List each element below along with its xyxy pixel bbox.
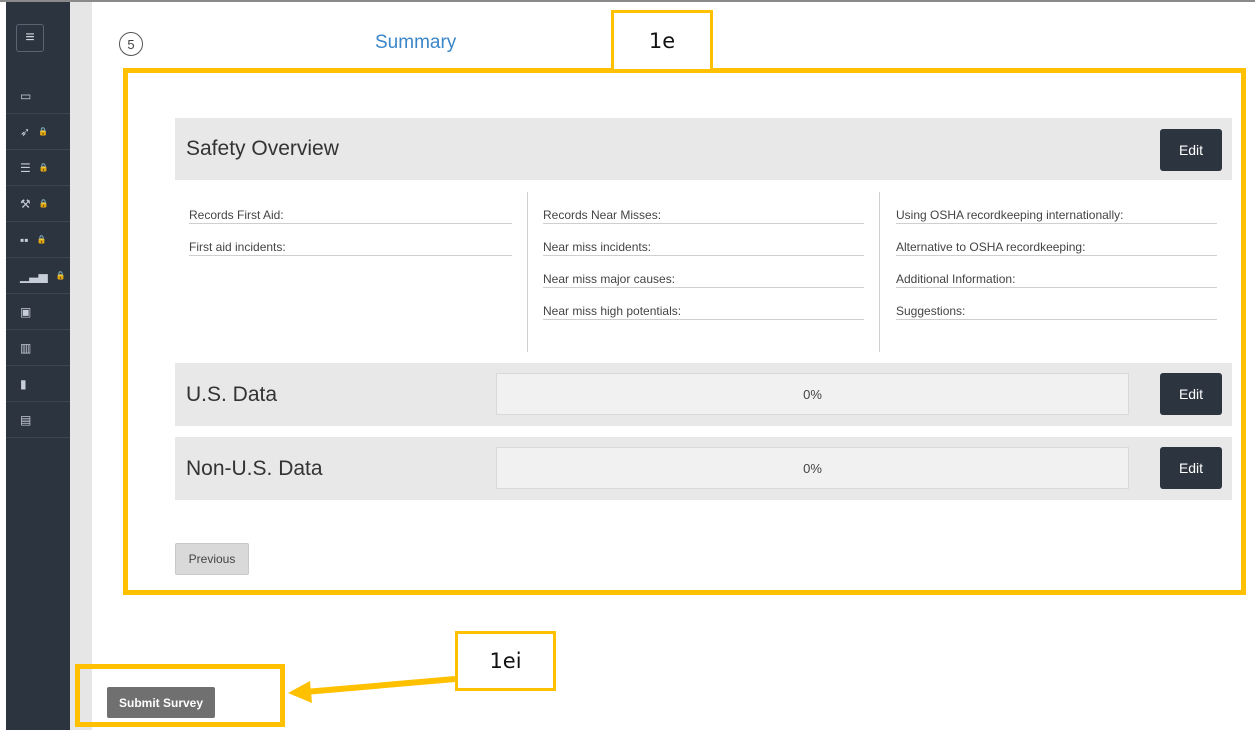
annotation-arrow: [288, 676, 456, 703]
screen: ≡ ▭ ➶ 🔒 ☰ 🔒 ⚒ 🔒 ▪▪ 🔒 ▁▃▅ 🔒 ▣ ▥ ▮ ▤ 5 Summary 1e Safety…: [0, 0, 1255, 730]
